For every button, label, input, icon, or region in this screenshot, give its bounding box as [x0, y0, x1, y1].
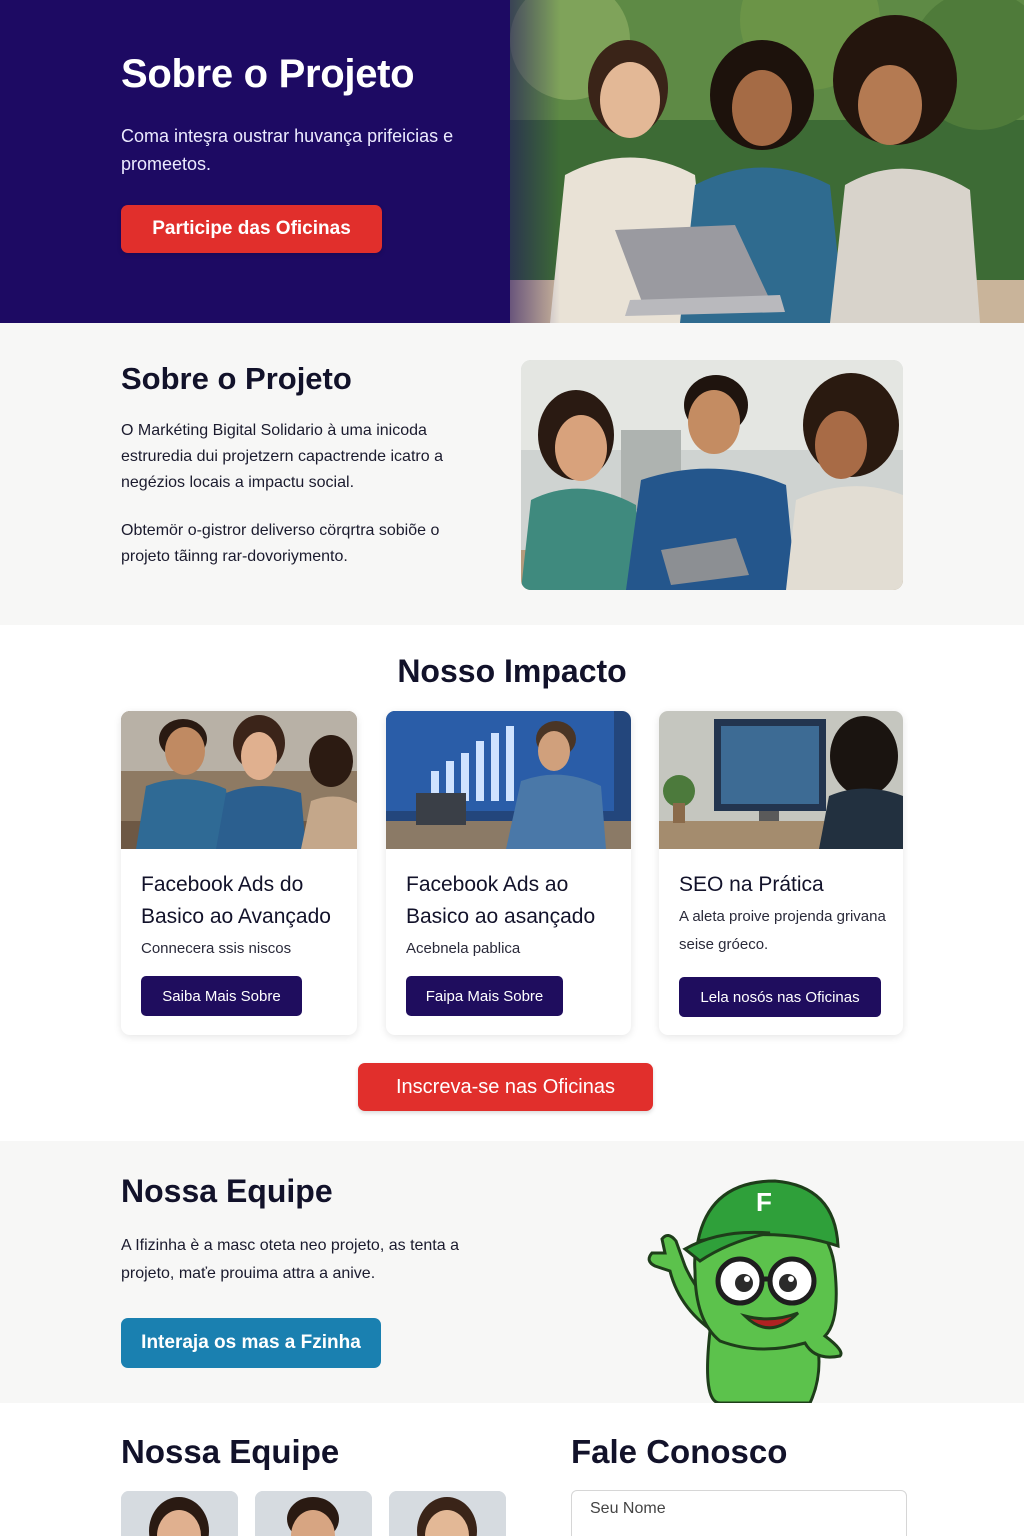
- interact-mascot-button[interactable]: Interaja os mas a Fzinha: [121, 1318, 381, 1368]
- card-2-button[interactable]: Faipa Mais Sobre: [406, 976, 563, 1016]
- workshop-card-2: Facebook Ads ao Basico ao asançado Acebn…: [386, 711, 631, 1035]
- card-1-button[interactable]: Saiba Mais Sobre: [141, 976, 302, 1016]
- mascot-description: A Ifizinha è a masc oteta neo projeto, a…: [121, 1237, 459, 1282]
- about-paragraph-2: Obtemör o-gistror deliverso cörqrtra sob…: [121, 522, 440, 565]
- about-group-photo: [521, 360, 903, 590]
- about-section: Sobre o Projeto O Markéting Bigital Soli…: [0, 323, 1024, 625]
- card-3-title: SEO na Prática: [679, 873, 824, 896]
- hero-subtitle: Coma inteşra oustrar huvança prifeicias …: [121, 126, 454, 174]
- card-3-description: A aleta proive projenda grivana seise gr…: [679, 908, 886, 953]
- team-member-photo-2: [255, 1491, 372, 1536]
- card-2-photo: [386, 711, 631, 849]
- card-3-photo: [659, 711, 903, 849]
- participate-button[interactable]: Participe das Oficinas: [121, 205, 382, 253]
- card-2-description: Acebnela pablica: [406, 940, 521, 957]
- card-1-title: Facebook Ads do Basico ao Avançado: [141, 873, 331, 928]
- team-member-photo-1: [121, 1491, 238, 1536]
- card-1-description: Connecera ssis niscos: [141, 940, 292, 957]
- workshop-card-3: SEO na Prática A aleta proive projenda g…: [659, 711, 903, 1035]
- card-1-photo: [121, 711, 357, 849]
- card-2-title: Facebook Ads ao Basico ao asançado: [406, 873, 596, 928]
- contact-title: Fale Conosco: [571, 1433, 788, 1470]
- card-3-button[interactable]: Lela nosós nas Oficinas: [679, 977, 881, 1017]
- subscribe-workshops-button[interactable]: Inscreva-se nas Oficinas: [358, 1063, 653, 1111]
- mascot-cap-letter: F: [756, 1187, 772, 1217]
- mascot-section-title: Nossa Equipe: [121, 1173, 333, 1209]
- team-member-photo-3: [389, 1491, 506, 1536]
- team-contact-section: Nossa Equipe Fale Conosco: [0, 1403, 1024, 1536]
- team-title: Nossa Equipe: [121, 1433, 340, 1470]
- about-paragraph-1: O Markéting Bigital Solidario à uma inic…: [121, 422, 443, 491]
- impact-section: Nosso Impacto Facebook Ads do Basico ao …: [0, 625, 1024, 1141]
- about-title: Sobre o Projeto: [121, 361, 352, 396]
- hero-students-photo: [510, 0, 1024, 323]
- impact-title: Nosso Impacto: [397, 653, 627, 689]
- workshop-card-1: Facebook Ads do Basico ao Avançado Conne…: [121, 711, 357, 1035]
- hero-section: Sobre o Projeto Coma inteşra oustrar huv…: [0, 0, 1024, 323]
- mascot-section: Nossa Equipe A Ifizinha è a masc oteta n…: [0, 1141, 1024, 1403]
- name-input[interactable]: [571, 1490, 907, 1536]
- hero-title: Sobre o Projeto: [121, 52, 415, 96]
